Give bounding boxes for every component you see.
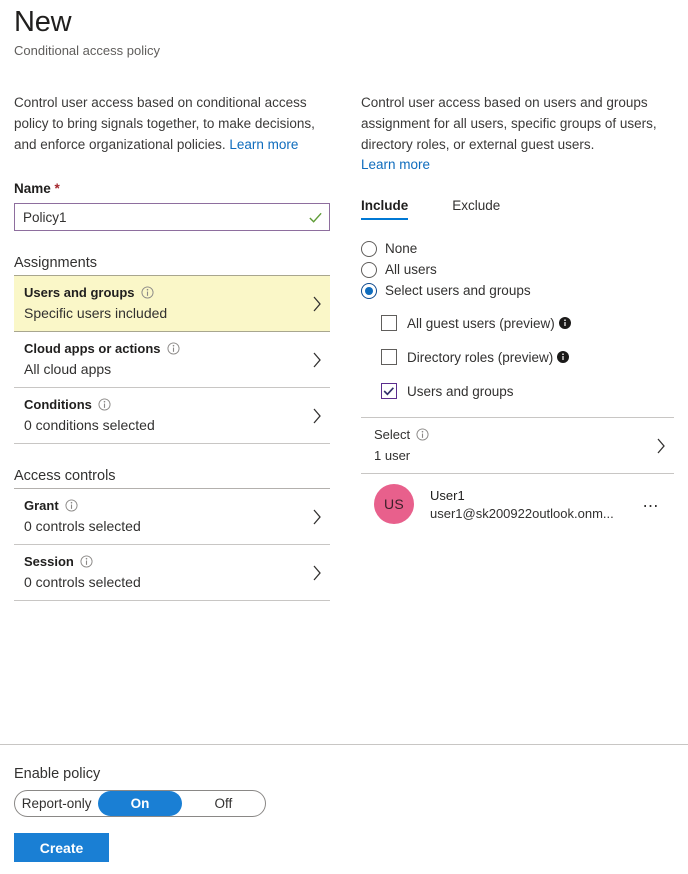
chevron-right-icon <box>313 296 321 311</box>
info-icon[interactable] <box>166 342 180 355</box>
row-cloud-apps-title: Cloud apps or actions <box>24 341 161 356</box>
selected-user-text: User1 user1@sk200922outlook.onm... <box>430 488 614 521</box>
row-users-and-groups-title: Users and groups <box>24 285 135 300</box>
chevron-right-icon <box>313 565 321 580</box>
toggle-option-report-only[interactable]: Report-only <box>15 791 98 816</box>
chevron-right-icon <box>313 408 321 423</box>
row-session-subtitle: 0 controls selected <box>24 574 141 590</box>
select-users-list: Select 1 user <box>361 417 674 474</box>
row-cloud-apps-subtitle: All cloud apps <box>24 361 112 377</box>
footer: Enable policy Report-only On Off Create <box>14 766 266 862</box>
radio-none-indicator[interactable] <box>361 240 377 257</box>
assignment-scope-radio-group: None All users Select users and groups <box>361 238 674 301</box>
radio-select-users-and-groups[interactable]: Select users and groups <box>361 280 674 301</box>
avatar: US <box>374 484 414 524</box>
tab-exclude[interactable]: Exclude <box>452 198 500 220</box>
row-cloud-apps-or-actions[interactable]: Cloud apps or actions All cloud apps <box>14 332 330 388</box>
row-select-users[interactable]: Select 1 user <box>361 418 674 474</box>
valid-check-icon <box>309 212 322 223</box>
chevron-right-icon <box>313 509 321 524</box>
conditional-access-new-policy-page: New Conditional access policy Control us… <box>0 0 688 874</box>
radio-select-users-and-groups-label: Select users and groups <box>385 283 531 298</box>
enable-policy-toggle[interactable]: Report-only On Off <box>14 790 266 817</box>
row-select-subtitle: 1 user <box>374 448 411 463</box>
tab-include[interactable]: Include <box>361 198 409 220</box>
page-title: New <box>14 6 72 38</box>
row-conditions-titleline: Conditions <box>24 397 304 412</box>
info-filled-icon[interactable] <box>558 316 571 329</box>
radio-select-users-and-groups-indicator[interactable] <box>361 282 377 299</box>
row-select-titleline: Select <box>374 427 646 442</box>
create-button[interactable]: Create <box>14 833 109 862</box>
checkbox-directory-roles-label: Directory roles (preview) <box>407 350 570 365</box>
row-grant-subtitle: 0 controls selected <box>24 518 141 534</box>
name-input-wrapper[interactable] <box>14 203 330 231</box>
page-subtitle: Conditional access policy <box>14 43 160 58</box>
scope-checkbox-group: All guest users (preview) Directory role… <box>361 315 674 399</box>
right-panel: Control user access based on users and g… <box>361 92 674 534</box>
checkbox-all-guest-users-label: All guest users (preview) <box>407 316 571 331</box>
right-description: Control user access based on users and g… <box>361 95 657 152</box>
name-field-label: Name * <box>14 181 330 196</box>
radio-none[interactable]: None <box>361 238 674 259</box>
checkbox-users-and-groups-box[interactable] <box>381 383 397 399</box>
selected-user-name: User1 <box>430 487 465 503</box>
chevron-right-icon <box>657 438 665 453</box>
radio-all-users-indicator[interactable] <box>361 261 377 278</box>
assignments-row-list: Users and groups Specific users included… <box>14 275 330 444</box>
checkmark-icon <box>383 387 394 396</box>
checkbox-all-guest-users[interactable]: All guest users (preview) <box>381 315 674 331</box>
radio-all-users[interactable]: All users <box>361 259 674 280</box>
checkbox-directory-roles-box[interactable] <box>381 349 397 365</box>
radio-none-label: None <box>385 241 418 256</box>
access-controls-heading: Access controls <box>14 468 116 484</box>
chevron-right-icon <box>313 352 321 367</box>
access-controls-row-list: Grant 0 controls selected Session 0 cont… <box>14 488 330 601</box>
selected-user-item[interactable]: US User1 user1@sk200922outlook.onm... ⋯ <box>361 474 674 534</box>
info-filled-icon[interactable] <box>557 350 570 363</box>
row-conditions[interactable]: Conditions 0 conditions selected <box>14 388 330 444</box>
info-icon[interactable] <box>65 499 78 512</box>
left-description: Control user access based on conditional… <box>14 92 330 155</box>
row-grant-titleline: Grant <box>24 498 304 513</box>
row-session-title: Session <box>24 554 74 569</box>
name-label-text: Name <box>14 181 51 196</box>
row-conditions-subtitle: 0 conditions selected <box>24 417 155 433</box>
selected-user-email: user1@sk200922outlook.onm... <box>430 505 614 521</box>
row-session-titleline: Session <box>24 554 304 569</box>
info-icon[interactable] <box>98 398 111 411</box>
page-header: New Conditional access policy <box>14 4 160 58</box>
info-icon[interactable] <box>416 428 429 441</box>
more-options-icon[interactable]: ⋯ <box>643 496 661 516</box>
right-learn-more-link[interactable]: Learn more <box>361 157 430 172</box>
row-grant[interactable]: Grant 0 controls selected <box>14 489 330 545</box>
row-conditions-title: Conditions <box>24 397 92 412</box>
row-users-and-groups-subtitle: Specific users included <box>24 305 168 321</box>
info-icon[interactable] <box>140 286 154 299</box>
left-learn-more-link[interactable]: Learn more <box>229 137 298 152</box>
checkbox-users-and-groups[interactable]: Users and groups <box>381 383 674 399</box>
name-input[interactable] <box>23 209 308 225</box>
toggle-option-off[interactable]: Off <box>182 791 265 816</box>
row-users-and-groups[interactable]: Users and groups Specific users included <box>14 275 330 332</box>
row-cloud-apps-titleline: Cloud apps or actions <box>24 341 304 356</box>
footer-divider <box>0 744 688 745</box>
left-panel: Control user access based on conditional… <box>14 92 330 601</box>
assignments-heading: Assignments <box>14 255 98 271</box>
checkbox-users-and-groups-label: Users and groups <box>407 383 514 399</box>
row-session[interactable]: Session 0 controls selected <box>14 545 330 601</box>
row-users-and-groups-titleline: Users and groups <box>24 285 304 300</box>
include-exclude-tabs: Include Exclude <box>361 198 674 220</box>
name-required-asterisk: * <box>54 181 60 196</box>
radio-all-users-label: All users <box>385 262 437 277</box>
row-select-title: Select <box>374 427 411 442</box>
info-icon[interactable] <box>80 555 93 568</box>
checkbox-all-guest-users-box[interactable] <box>381 315 397 331</box>
row-grant-title: Grant <box>24 498 59 513</box>
toggle-option-on[interactable]: On <box>98 791 182 816</box>
checkbox-directory-roles[interactable]: Directory roles (preview) <box>381 349 674 365</box>
enable-policy-label: Enable policy <box>14 766 101 782</box>
